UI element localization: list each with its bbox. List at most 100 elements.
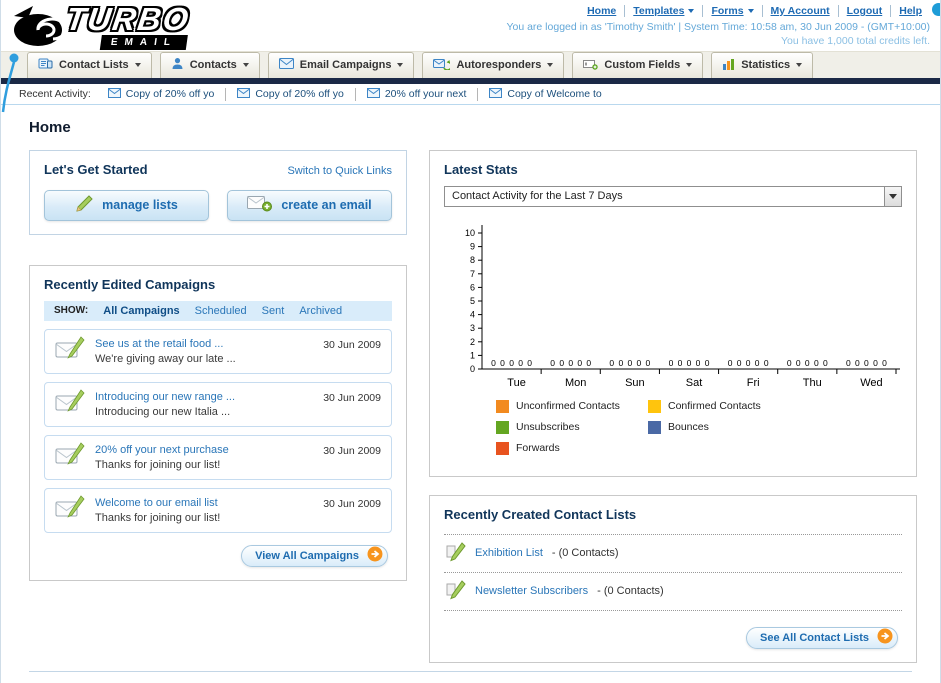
- legend-swatch: [648, 420, 661, 434]
- dropdown-arrow-icon: [796, 63, 803, 68]
- recent-activity-item[interactable]: Copy of 20% off yo: [97, 87, 227, 101]
- filter-sent[interactable]: Sent: [262, 305, 285, 317]
- logo-text: TURBO EMAIL: [62, 1, 192, 50]
- svg-text:0: 0: [618, 358, 623, 368]
- campaign-date: 30 Jun 2009: [323, 338, 381, 351]
- svg-text:Mon: Mon: [565, 377, 586, 389]
- campaign-date: 30 Jun 2009: [323, 444, 381, 457]
- nav-link-help[interactable]: Help: [899, 5, 922, 17]
- svg-text:0: 0: [491, 358, 496, 368]
- campaign-title-link[interactable]: 20% off your next purchase: [95, 444, 313, 456]
- view-all-campaigns-button[interactable]: View All Campaigns: [241, 544, 388, 567]
- legend-label: Bounces: [668, 421, 709, 434]
- envelope-icon: [237, 87, 251, 101]
- tab-contacts[interactable]: Contacts: [159, 51, 260, 78]
- statistics-icon: [722, 58, 735, 73]
- recently-edited-campaigns-panel: Recently Edited Campaigns SHOW: All Camp…: [29, 264, 407, 581]
- stats-period-value: Contact Activity for the Last 7 Days: [452, 190, 623, 203]
- see-all-contact-lists-label: See All Contact Lists: [759, 631, 869, 644]
- custom-fields-icon: [583, 58, 599, 73]
- tab-statistics[interactable]: Statistics: [711, 51, 814, 78]
- contact-lists-icon: [38, 57, 53, 73]
- recently-created-contact-lists-panel: Recently Created Contact Lists Exhibitio…: [429, 494, 917, 663]
- legend-label: Unsubscribes: [516, 421, 580, 434]
- contact-list-item: Exhibition List - (0 Contacts): [444, 533, 902, 572]
- svg-text:0: 0: [705, 358, 710, 368]
- campaign-row: Introducing our new range ... Introducin…: [44, 381, 392, 427]
- envelope-pencil-icon: [55, 389, 85, 420]
- svg-text:10: 10: [465, 228, 475, 238]
- svg-text:0: 0: [678, 358, 683, 368]
- create-email-button[interactable]: create an email: [227, 189, 392, 221]
- svg-text:2: 2: [470, 337, 475, 347]
- svg-text:5: 5: [470, 296, 475, 306]
- svg-text:0: 0: [559, 358, 564, 368]
- tab-contact-lists[interactable]: Contact Lists: [27, 51, 152, 78]
- pencil-doc-icon: [446, 542, 466, 565]
- show-label: SHOW:: [54, 305, 89, 317]
- envelope-icon: [489, 87, 503, 101]
- svg-text:0: 0: [687, 358, 692, 368]
- envelope-pencil-icon: [55, 336, 85, 367]
- get-started-title: Let's Get Started: [44, 161, 148, 177]
- svg-text:0: 0: [470, 364, 475, 374]
- svg-text:0: 0: [586, 358, 591, 368]
- nav-item-forms: Forms: [702, 5, 761, 17]
- svg-text:0: 0: [864, 358, 869, 368]
- campaign-title-link[interactable]: Introducing our new range ...: [95, 391, 313, 403]
- campaign-subtitle: Thanks for joining our list!: [95, 511, 221, 524]
- stats-period-select[interactable]: Contact Activity for the Last 7 Days: [444, 185, 902, 207]
- right-column: Latest Stats Contact Activity for the La…: [429, 149, 917, 663]
- svg-text:0: 0: [764, 358, 769, 368]
- svg-text:9: 9: [470, 242, 475, 252]
- svg-text:8: 8: [470, 255, 475, 265]
- nav-item-templates: Templates: [624, 5, 702, 17]
- autoresponders-icon: [433, 58, 453, 73]
- top-nav: Home Templates Forms My Account Logout H…: [506, 5, 930, 17]
- contact-list-name-link[interactable]: Newsletter Subscribers: [475, 585, 588, 597]
- svg-text:Tue: Tue: [507, 377, 526, 389]
- svg-text:0: 0: [550, 358, 555, 368]
- campaign-title-link[interactable]: See us at the retail food ...: [95, 338, 313, 350]
- switch-quick-links-link[interactable]: Switch to Quick Links: [287, 165, 392, 177]
- recent-activity-item[interactable]: Copy of Welcome to: [478, 87, 612, 101]
- legend-item: Unsubscribes: [496, 420, 648, 434]
- legend-item: Confirmed Contacts: [648, 399, 800, 413]
- legend-label: Unconfirmed Contacts: [516, 400, 620, 413]
- nav-link-home[interactable]: Home: [587, 5, 616, 17]
- dropdown-arrow-icon: [688, 9, 695, 13]
- filter-archived[interactable]: Archived: [299, 305, 342, 317]
- svg-text:3: 3: [470, 323, 475, 333]
- tab-email-campaigns[interactable]: Email Campaigns: [267, 51, 415, 78]
- filter-scheduled[interactable]: Scheduled: [195, 305, 247, 317]
- svg-text:1: 1: [470, 350, 475, 360]
- envelope-icon: [107, 87, 121, 101]
- contact-list-count: - (0 Contacts): [551, 547, 619, 560]
- svg-text:0: 0: [627, 358, 632, 368]
- svg-text:0: 0: [669, 358, 674, 368]
- create-email-label: create an email: [281, 198, 372, 213]
- svg-text:0: 0: [823, 358, 828, 368]
- legend-swatch: [648, 399, 661, 413]
- contact-list-name-link[interactable]: Exhibition List: [475, 547, 543, 559]
- nav-link-templates[interactable]: Templates: [633, 5, 684, 17]
- nav-link-forms[interactable]: Forms: [711, 5, 743, 17]
- recent-activity-text: 20% off your next: [384, 88, 467, 101]
- tab-autoresponders[interactable]: Autoresponders: [422, 51, 565, 78]
- recent-activity-text: Copy of Welcome to: [507, 88, 602, 101]
- see-all-contact-lists-button[interactable]: See All Contact Lists: [745, 626, 898, 649]
- recent-activity-item[interactable]: Copy of 20% off yo: [226, 87, 356, 101]
- nav-link-logout[interactable]: Logout: [847, 5, 883, 17]
- tab-custom-fields[interactable]: Custom Fields: [572, 51, 704, 78]
- nav-item-my-account: My Account: [761, 5, 838, 17]
- recent-activity-item[interactable]: 20% off your next: [356, 87, 479, 101]
- contact-list-item: Newsletter Subscribers - (0 Contacts): [444, 571, 902, 611]
- nav-item-logout: Logout: [837, 5, 891, 17]
- filter-all-campaigns[interactable]: All Campaigns: [103, 305, 179, 317]
- nav-link-my-account[interactable]: My Account: [771, 5, 830, 17]
- campaign-title-link[interactable]: Welcome to our email list: [95, 497, 313, 509]
- manage-lists-button[interactable]: manage lists: [44, 189, 209, 221]
- campaign-subtitle: Thanks for joining our list!: [95, 458, 221, 471]
- recent-activity-label: Recent Activity:: [19, 88, 91, 101]
- envelope-pencil-icon: [55, 495, 85, 526]
